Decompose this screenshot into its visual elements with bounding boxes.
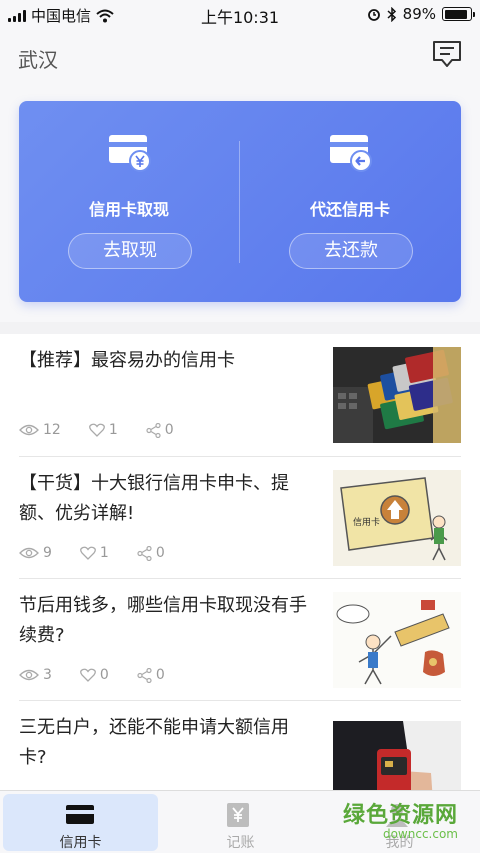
article-meta: 9 1 0: [19, 545, 193, 561]
share-count: 0: [155, 667, 165, 683]
heart-icon: [88, 423, 105, 437]
eye-icon: [19, 669, 39, 681]
credit-cards-photo: [333, 347, 461, 443]
status-bar: 中国电信 上午10:31 89%: [0, 0, 480, 28]
top-bar: 武汉: [0, 28, 480, 84]
tab-label: 信用卡: [59, 835, 102, 851]
yen-ledger-icon: [227, 803, 249, 827]
like-count: 1: [99, 545, 109, 561]
eye-icon: [19, 547, 39, 559]
heart-icon: [80, 668, 96, 682]
watermark-title: 绿色资源网: [342, 803, 458, 828]
tab-credit-card[interactable]: 信用卡: [3, 794, 158, 851]
article-item[interactable]: 【干货】十大银行信用卡申卡、提额、优劣详解! 9 1 0 信用卡: [0, 457, 480, 579]
hero-section: 信用卡取现 去取现 代还信用卡 去还款: [0, 84, 480, 322]
view-count: 12: [43, 422, 61, 438]
article-meta: 12 1 0: [19, 422, 202, 438]
watermark-url: downcc.com: [382, 827, 458, 841]
like-count: 1: [108, 422, 118, 438]
article-title: 【推荐】最容易办的信用卡: [19, 350, 235, 371]
watermark: 绿色资源网 downcc.com: [338, 797, 458, 841]
article-item[interactable]: 【推荐】最容易办的信用卡 12 1 0: [0, 334, 480, 456]
article-meta: 3 0 0: [19, 667, 193, 683]
repay-button[interactable]: 去还款: [289, 233, 413, 269]
tab-label: 记账: [226, 835, 255, 851]
view-count: 3: [43, 667, 52, 683]
article-item[interactable]: 节后用钱多，哪些信用卡取现没有手续费? 3 0 0: [0, 579, 480, 701]
article-title: 节后用钱多，哪些信用卡取现没有手续费?: [19, 595, 307, 646]
repay-title: 代还信用卡: [309, 200, 390, 219]
status-right: 89%: [367, 5, 475, 23]
alarm-icon: [367, 9, 380, 21]
article-title: 三无白户，还能不能申请大额信用卡?: [19, 717, 289, 768]
card-repay-icon: [330, 135, 372, 172]
article-list: 【推荐】最容易办的信用卡 12 1 0 【干货】十大银行信用卡申卡、提额、优劣详…: [0, 334, 480, 790]
battery-percent: 89%: [402, 5, 436, 23]
repay-panel[interactable]: 代还信用卡 去还款: [240, 101, 460, 302]
article-title: 【干货】十大银行信用卡申卡、提额、优劣详解!: [19, 473, 289, 524]
article-item[interactable]: 三无白户，还能不能申请大额信用卡?: [0, 701, 480, 790]
battery-icon: [442, 7, 475, 21]
cash-advance-button[interactable]: 去取现: [68, 233, 192, 269]
heart-icon: [80, 546, 96, 560]
share-icon: [137, 667, 152, 683]
svg-text:信用卡: 信用卡: [353, 516, 380, 528]
cash-advance-title: 信用卡取现: [88, 200, 169, 219]
message-icon[interactable]: [432, 40, 462, 68]
fee-cartoon: [333, 592, 461, 688]
service-card: 信用卡取现 去取现 代还信用卡 去还款: [19, 101, 461, 302]
view-count: 9: [43, 545, 52, 561]
share-count: 0: [155, 545, 165, 561]
share-icon: [137, 545, 152, 561]
card-yen-icon: [109, 135, 151, 172]
tab-ledger[interactable]: 记账: [163, 794, 318, 851]
eye-icon: [19, 424, 39, 436]
hand-card-photo: [333, 721, 461, 790]
bluetooth-icon: [387, 6, 396, 22]
cash-advance-panel[interactable]: 信用卡取现 去取现: [19, 101, 239, 302]
like-count: 0: [99, 667, 109, 683]
city-selector[interactable]: 武汉: [18, 44, 58, 73]
share-count: 0: [164, 422, 174, 438]
credit-card-icon: [66, 805, 94, 824]
credit-card-cartoon: 信用卡: [333, 470, 461, 566]
share-icon: [146, 422, 161, 438]
